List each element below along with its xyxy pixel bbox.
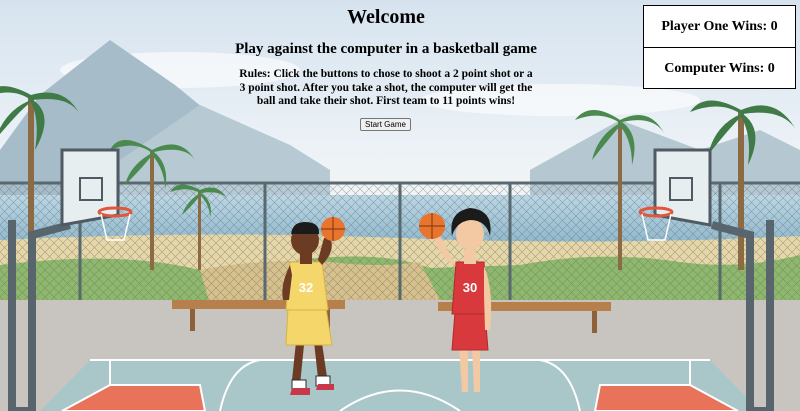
game-rules: Rules: Click the buttons to chose to sho… — [239, 68, 533, 107]
scoreboard: Player One Wins: 0 Computer Wins: 0 — [643, 5, 796, 89]
start-game-button[interactable]: Start Game — [360, 118, 411, 131]
computer-wins: Computer Wins: 0 — [644, 47, 795, 89]
player-one-wins: Player One Wins: 0 — [661, 18, 778, 34]
jersey-number-left: 32 — [299, 280, 313, 295]
jersey-number-right: 30 — [463, 280, 477, 295]
